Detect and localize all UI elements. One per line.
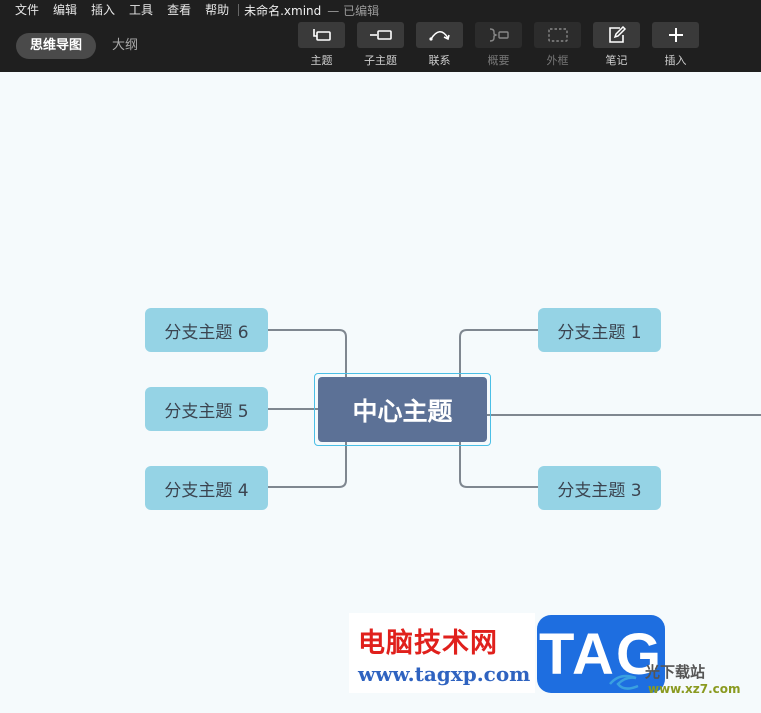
insert-button-label: 插入 xyxy=(664,54,687,67)
central-topic[interactable]: 中心主题 xyxy=(318,377,487,442)
watermark-swirl-icon xyxy=(609,674,639,690)
boundary-button-label: 外框 xyxy=(546,54,569,67)
relationship-button[interactable]: 联系 xyxy=(416,22,463,68)
title-separator xyxy=(238,4,240,16)
topic-button-box[interactable] xyxy=(298,22,345,48)
menu-help[interactable]: 帮助 xyxy=(198,0,236,20)
subtopic-button-box[interactable] xyxy=(357,22,404,48)
boundary-button-box[interactable] xyxy=(534,22,581,48)
relationship-button-label: 联系 xyxy=(428,54,451,67)
document-status: — 已编辑 xyxy=(327,3,380,18)
topic-button[interactable]: 主题 xyxy=(298,22,345,68)
tab-mindmap[interactable]: 思维导图 xyxy=(16,33,97,59)
watermark-site-url: www.xz7.com xyxy=(648,682,741,696)
view-tabs: 思维导图 大纲 xyxy=(16,33,152,59)
menu-view[interactable]: 查看 xyxy=(160,0,198,20)
topic-button-label: 主题 xyxy=(310,54,333,67)
boundary-button[interactable]: 外框 xyxy=(534,22,581,68)
menu-bar: 文件 编辑 插入 工具 查看 帮助 未命名.xmind — 已编辑 xyxy=(0,0,379,20)
boundary-icon xyxy=(547,28,568,42)
note-button-label: 笔记 xyxy=(605,54,628,67)
subtopic-button[interactable]: 子主题 xyxy=(357,22,404,68)
connector-branch-4 xyxy=(267,442,347,488)
relationship-button-box[interactable] xyxy=(416,22,463,48)
menu-tools[interactable]: 工具 xyxy=(122,0,160,20)
summary-button-label: 概要 xyxy=(487,54,510,67)
subtopic-button-label: 子主题 xyxy=(364,54,397,67)
menu-insert[interactable]: 插入 xyxy=(84,0,122,20)
topic-icon xyxy=(312,29,331,41)
connector-branch-6 xyxy=(267,329,347,377)
document-title-area: 未命名.xmind — 已编辑 xyxy=(238,2,379,19)
document-title: 未命名.xmind xyxy=(244,3,322,18)
note-icon xyxy=(608,26,626,43)
note-button-box[interactable] xyxy=(593,22,640,48)
relationship-icon xyxy=(428,30,450,41)
branch-topic-4[interactable]: 分支主题 4 xyxy=(145,466,268,510)
branch-topic-6[interactable]: 分支主题 6 xyxy=(145,308,268,352)
connector-branch-3 xyxy=(459,442,538,488)
summary-button-box[interactable] xyxy=(475,22,522,48)
tab-outline[interactable]: 大纲 xyxy=(98,33,152,59)
connector-branch-1 xyxy=(459,329,538,377)
menu-file[interactable]: 文件 xyxy=(0,0,46,20)
branch-topic-1[interactable]: 分支主题 1 xyxy=(538,308,661,352)
watermark-site-name: 光下载站 xyxy=(645,663,706,681)
top-bar: 文件 编辑 插入 工具 查看 帮助 未命名.xmind — 已编辑 思维导图 大… xyxy=(0,0,761,72)
watermark-url: www.tagxp.com xyxy=(358,662,531,686)
note-button[interactable]: 笔记 xyxy=(593,22,640,68)
branch-topic-3[interactable]: 分支主题 3 xyxy=(538,466,661,510)
mindmap-canvas[interactable]: 中心主题 分支主题 1 分支主题 3 分支主题 4 分支主题 5 分支主题 6 … xyxy=(0,72,761,713)
toolbar: 主题 子主题 联系 概要 外框 笔记 插入 xyxy=(298,22,711,68)
insert-button[interactable]: 插入 xyxy=(652,22,699,68)
summary-icon xyxy=(489,28,509,42)
plus-icon xyxy=(668,28,683,42)
menu-edit[interactable]: 编辑 xyxy=(46,0,84,20)
watermark-title: 电脑技术网 xyxy=(358,628,498,659)
branch-topic-5[interactable]: 分支主题 5 xyxy=(145,387,268,431)
summary-button[interactable]: 概要 xyxy=(475,22,522,68)
insert-button-box[interactable] xyxy=(652,22,699,48)
subtopic-icon xyxy=(369,30,392,40)
